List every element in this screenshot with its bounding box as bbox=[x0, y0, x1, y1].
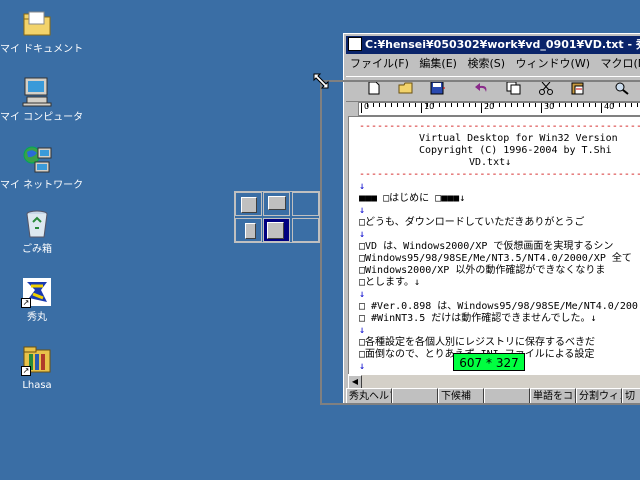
desktop-icon-recycle-bin[interactable]: ごみ箱 bbox=[0, 204, 74, 256]
pager-desktop-1[interactable] bbox=[235, 192, 262, 216]
window-title: C:¥hensei¥050302¥work¥vd_0901¥VD.txt - 秀… bbox=[365, 38, 640, 51]
recycle-bin-icon bbox=[21, 208, 53, 240]
menu-window[interactable]: ウィンドウ(W) bbox=[516, 57, 590, 70]
pager-window-thumb bbox=[268, 196, 286, 210]
desktop-icon-label: 秀丸 bbox=[27, 312, 47, 323]
pager-desktop-3[interactable] bbox=[292, 192, 319, 216]
pager-window-thumb bbox=[241, 197, 257, 213]
hidemaru-icon: ↗ bbox=[21, 276, 53, 308]
pager-window-thumb bbox=[267, 222, 284, 239]
desktop-icon-label: マイ コンピュータ bbox=[0, 112, 84, 123]
desktop-icon-label: ごみ箱 bbox=[22, 244, 52, 255]
my-documents-folder-icon bbox=[21, 8, 53, 40]
menu-bar: ファイル(F) 編集(E) 検索(S) ウィンドウ(W) マクロ(M) bbox=[346, 55, 640, 73]
lhasa-icon: ↗ bbox=[21, 344, 53, 376]
window-app-icon[interactable] bbox=[348, 37, 362, 51]
pager-desktop-6[interactable] bbox=[292, 218, 319, 242]
shortcut-arrow-icon: ↗ bbox=[21, 366, 31, 376]
desktop-icon-my-network[interactable]: マイ ネットワーク bbox=[0, 140, 84, 192]
desktop-icon-my-computer[interactable]: マイ コンピュータ bbox=[0, 72, 84, 124]
desktop-icon-label: Lhasa bbox=[22, 380, 52, 391]
menu-macro[interactable]: マクロ(M) bbox=[601, 57, 640, 70]
pager-desktop-4[interactable] bbox=[235, 218, 262, 242]
desktop-icon-hidemaru[interactable]: ↗ 秀丸 bbox=[0, 272, 74, 324]
pager-window-thumb bbox=[245, 223, 256, 239]
window-titlebar[interactable]: C:¥hensei¥050302¥work¥vd_0901¥VD.txt - 秀… bbox=[346, 36, 640, 54]
menu-search[interactable]: 検索(S) bbox=[467, 57, 505, 70]
desktop-icon-my-documents[interactable]: マイ ドキュメント bbox=[0, 4, 84, 56]
shortcut-arrow-icon: ↗ bbox=[21, 298, 31, 308]
menu-file[interactable]: ファイル(F) bbox=[350, 57, 409, 70]
resize-cursor-icon bbox=[312, 72, 330, 90]
my-network-icon bbox=[21, 144, 53, 176]
virtual-desktop-pager[interactable] bbox=[234, 191, 320, 243]
my-computer-icon bbox=[21, 76, 53, 108]
pager-desktop-2[interactable] bbox=[263, 192, 290, 216]
desktop-icon-label: マイ ドキュメント bbox=[0, 44, 84, 55]
desktop-icon-label: マイ ネットワーク bbox=[0, 180, 84, 191]
menu-edit[interactable]: 編集(E) bbox=[419, 57, 457, 70]
pager-desktop-5-active[interactable] bbox=[263, 218, 290, 242]
desktop-icon-lhasa[interactable]: ↗ Lhasa bbox=[0, 340, 74, 392]
window-size-indicator: 607 * 327 bbox=[453, 353, 525, 371]
